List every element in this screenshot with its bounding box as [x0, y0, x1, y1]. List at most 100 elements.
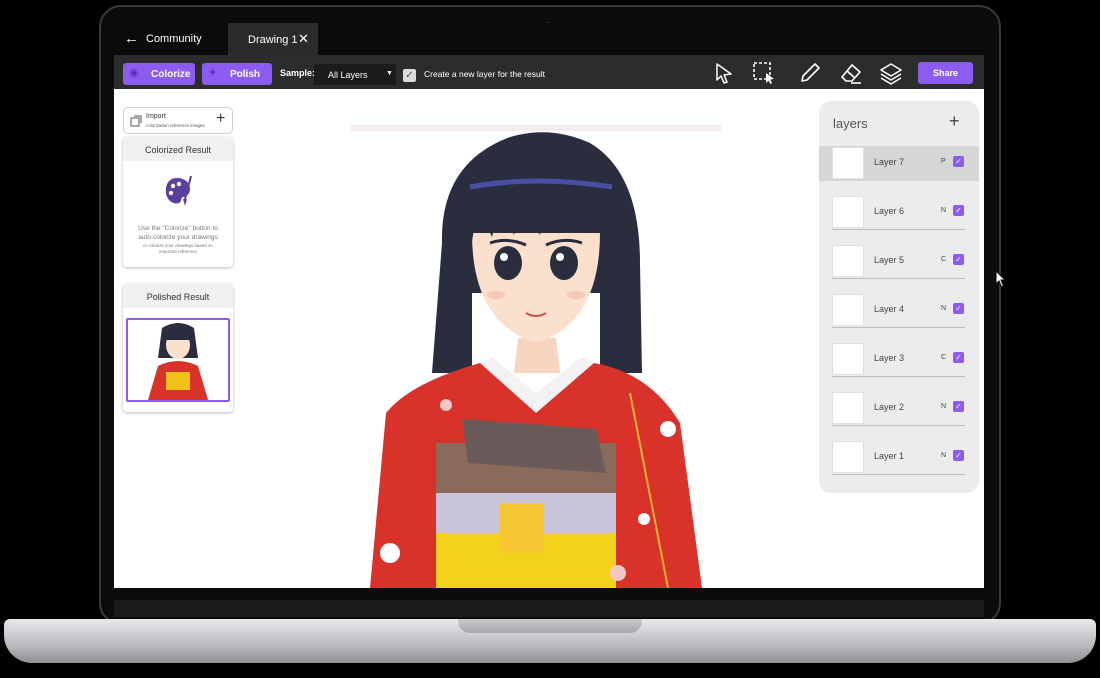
palette-icon: [165, 175, 192, 206]
divider: [832, 327, 965, 328]
layer-thumbnail: [832, 343, 864, 375]
layer-name: Layer 1: [874, 451, 905, 461]
tab-drawing[interactable]: Drawing 1 ✕: [228, 23, 318, 55]
polished-result-thumbnail[interactable]: [126, 318, 230, 402]
layer-blend-mode[interactable]: C: [941, 256, 946, 263]
layers-title: layers: [833, 116, 868, 131]
import-icon: [130, 115, 142, 127]
layer-visibility-checkbox[interactable]: ✓: [953, 352, 964, 363]
flower: [660, 421, 676, 437]
face: [472, 233, 600, 343]
pencil-icon[interactable]: [798, 61, 822, 85]
import-reference-button[interactable]: Import colorization reference images +: [123, 107, 233, 134]
mouse-cursor-icon: [995, 270, 1007, 288]
title-bar: ← Community Drawing 1 ✕: [114, 23, 984, 55]
layer-row[interactable]: Layer 7 P ✓: [819, 146, 979, 181]
layer-blend-mode[interactable]: N: [941, 452, 946, 459]
layer-name: Layer 5: [874, 255, 905, 265]
plus-icon: +: [216, 110, 226, 127]
colorized-hint-3: or colorize your drawings based on: [143, 243, 213, 248]
right-eye: [550, 246, 578, 280]
divider: [832, 425, 965, 426]
layer-visibility-checkbox[interactable]: ✓: [953, 156, 964, 167]
palette-icon: ◉: [129, 67, 139, 79]
import-title: Import: [146, 113, 166, 120]
wand-icon: ✦: [208, 67, 218, 79]
layer-row[interactable]: Layer 6 N ✓: [819, 195, 979, 230]
neck: [514, 338, 560, 373]
layer-row[interactable]: Layer 1 N ✓: [819, 440, 979, 475]
flower: [440, 399, 452, 411]
layer-blend-mode[interactable]: N: [941, 403, 946, 410]
canvas-stroke-artifact: [350, 125, 722, 131]
app-screen: ← Community Drawing 1 ✕ ◉ Colorize ✦ Pol…: [114, 23, 984, 588]
toolbar: ◉ Colorize ✦ Polish Sample: All Layers ▼…: [114, 55, 984, 89]
close-icon[interactable]: ✕: [298, 31, 309, 47]
divider: [832, 474, 965, 475]
colorize-button[interactable]: ◉ Colorize: [123, 63, 195, 85]
layer-row[interactable]: Layer 3 C ✓: [819, 342, 979, 377]
marquee-select-icon[interactable]: [752, 61, 776, 85]
layer-blend-mode[interactable]: C: [941, 354, 946, 361]
layer-name: Layer 2: [874, 402, 905, 412]
right-blush: [567, 291, 585, 299]
polished-thumbnail-image: [148, 323, 208, 400]
add-layer-icon[interactable]: +: [949, 111, 960, 132]
back-arrow-icon[interactable]: ←: [124, 31, 140, 47]
laptop-notch: [458, 619, 642, 633]
chevron-down-icon: ▼: [386, 70, 393, 77]
layer-thumbnail: [832, 392, 864, 424]
tab-label: Drawing 1: [248, 34, 298, 46]
new-layer-checkbox-label: Create a new layer for the result: [424, 69, 545, 79]
layer-row[interactable]: Layer 5 C ✓: [819, 244, 979, 279]
polished-result-title: Polished Result: [123, 284, 233, 308]
layers-icon[interactable]: [879, 61, 903, 85]
sample-select[interactable]: All Layers ▼: [314, 64, 396, 85]
eraser-icon[interactable]: [839, 61, 863, 85]
layer-visibility-checkbox[interactable]: ✓: [953, 205, 964, 216]
layer-thumbnail: [832, 147, 864, 179]
import-subtitle: colorization reference images: [146, 123, 205, 128]
divider: [832, 229, 965, 230]
share-button[interactable]: Share: [918, 62, 973, 84]
left-blush: [487, 291, 505, 299]
layer-thumbnail: [832, 196, 864, 228]
layer-name: Layer 7: [874, 157, 905, 167]
layer-thumbnail: [832, 441, 864, 473]
layer-row[interactable]: Layer 2 N ✓: [819, 391, 979, 426]
layer-visibility-checkbox[interactable]: ✓: [953, 401, 964, 412]
select-cursor-icon[interactable]: [712, 61, 736, 85]
colorized-result-title: Colorized Result: [123, 137, 233, 161]
colorized-hint-1: Use the "Colorize" button to: [138, 225, 218, 232]
layer-blend-mode[interactable]: P: [941, 158, 946, 165]
drawing-canvas[interactable]: [350, 123, 722, 588]
community-link[interactable]: Community: [146, 33, 202, 45]
sample-label: Sample:: [280, 68, 316, 78]
layer-name: Layer 6: [874, 206, 905, 216]
left-eye: [494, 246, 522, 280]
flower: [610, 565, 626, 581]
layer-name: Layer 3: [874, 353, 905, 363]
left-eye-shine: [500, 253, 508, 261]
colorized-hint-4: imported reference: [159, 249, 197, 254]
obi-detail: [500, 503, 544, 553]
colorized-hint-2: auto-colorize your drawings: [138, 234, 218, 241]
polish-button[interactable]: ✦ Polish: [202, 63, 272, 85]
colorized-result-card: Colorized Result Use the "Colorize" butt…: [123, 137, 233, 267]
layer-visibility-checkbox[interactable]: ✓: [953, 450, 964, 461]
layer-visibility-checkbox[interactable]: ✓: [953, 303, 964, 314]
polished-result-card: Polished Result: [123, 284, 233, 412]
new-layer-checkbox[interactable]: ✓: [403, 69, 416, 82]
layer-visibility-checkbox[interactable]: ✓: [953, 254, 964, 265]
layer-thumbnail: [832, 245, 864, 277]
layer-name: Layer 4: [874, 304, 905, 314]
layer-row[interactable]: Layer 4 N ✓: [819, 293, 979, 328]
layer-thumbnail: [832, 294, 864, 326]
divider: [832, 376, 965, 377]
layer-blend-mode[interactable]: N: [941, 207, 946, 214]
layer-blend-mode[interactable]: N: [941, 305, 946, 312]
flower: [638, 513, 650, 525]
right-eye-shine: [556, 253, 564, 261]
layers-panel: layers + Layer 7 P ✓ Layer 6 N ✓ Layer 5…: [819, 101, 979, 493]
divider: [832, 278, 965, 279]
